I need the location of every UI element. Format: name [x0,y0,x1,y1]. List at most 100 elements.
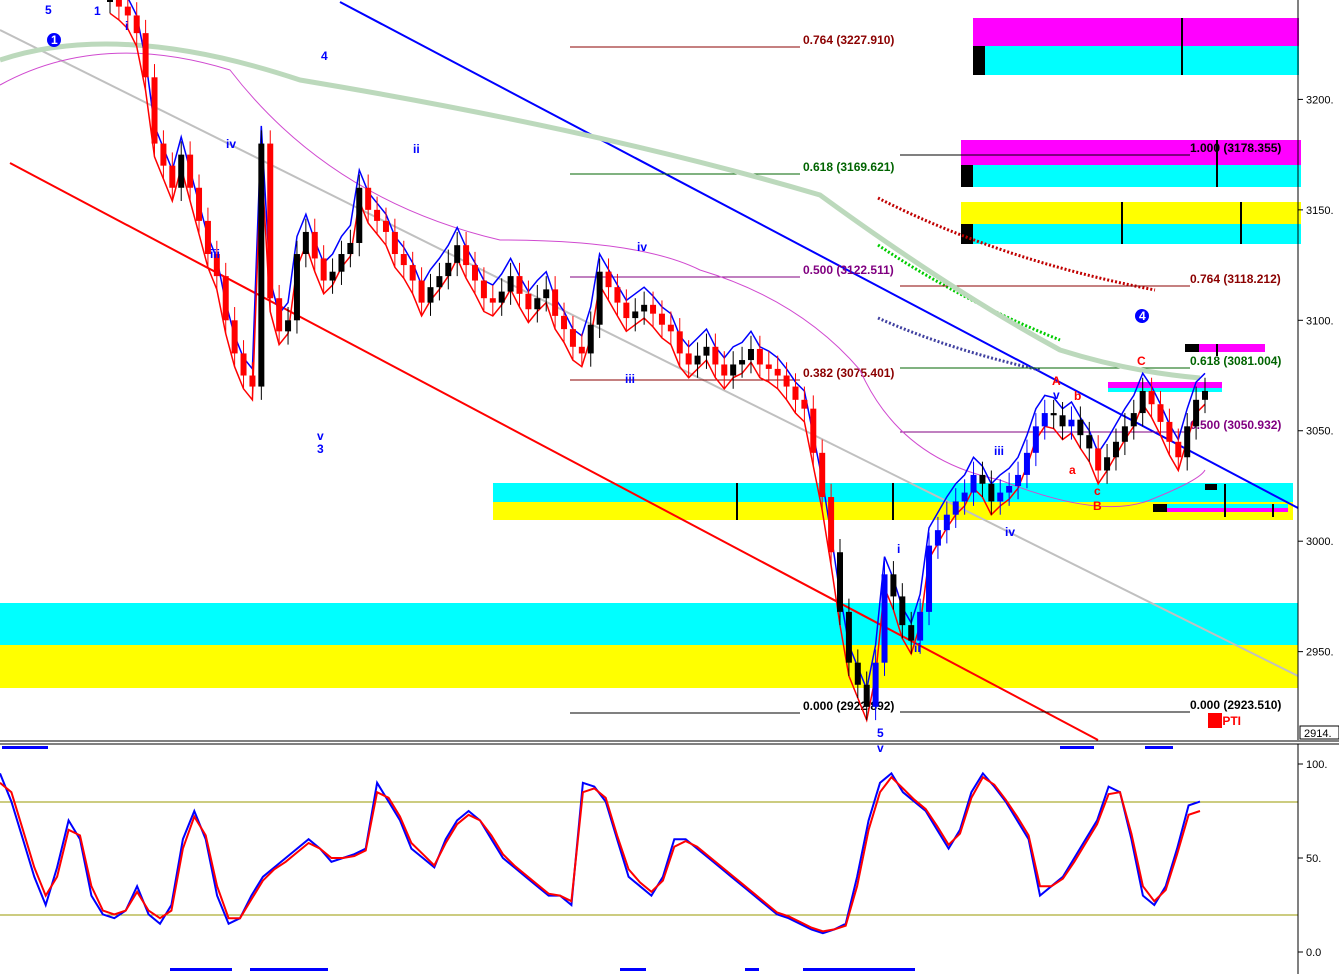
fib-label-4: 0.000 (2922.892) [803,699,894,713]
candle-body-105 [1041,413,1048,427]
candle-body-107 [1059,415,1066,427]
candle-body-25 [329,271,336,281]
price-axis: 3200. 3150. 3100. 3050. 3000. 2950. 2914. [1297,0,1339,740]
candle-body-95 [952,501,959,515]
wave-label-6: v [317,429,324,443]
candle-body-56 [605,271,612,288]
wave-label-0: 5 [45,3,52,17]
wave-label-2: i [125,19,128,33]
candle-body-50 [552,289,559,316]
wave-label-1: 1 [94,4,101,18]
candle-body-71 [739,360,746,365]
candle-body-3 [133,15,140,34]
zone-marker-1 [961,165,973,187]
candle-body-37 [436,276,443,288]
wave-label-7: 3 [317,442,324,456]
candle-body-60 [641,304,648,312]
candle-body-100 [997,492,1004,502]
candle-body-22 [302,231,309,255]
candle-body-58 [623,302,630,319]
candle-body-31 [382,220,389,232]
candle-body-59 [632,311,639,319]
wave-label-23: B [1093,499,1102,513]
candle-body-84 [854,662,861,685]
candle-body-44 [498,291,505,303]
candle-body-61 [650,304,657,314]
price-tick-label-2: 3100. [1306,315,1334,327]
candle-body-91 [917,611,924,641]
signal-bar-5 [620,968,646,971]
zone-marker-5 [1153,504,1167,512]
oscillator-lines [0,771,1201,935]
wave-label-20: b [1074,389,1081,403]
candle-body-86 [872,662,879,707]
wave-label-3: 1 [51,33,58,47]
band-upper-line [128,0,1206,692]
candle-body-9 [187,154,194,188]
candle-body-62 [658,313,665,325]
candle-body-39 [454,245,461,263]
osc-tick-label-0: 100. [1306,759,1327,771]
wave-label-13: 5 [877,726,884,740]
candle-body-27 [347,242,354,255]
candle-body-29 [365,187,372,210]
zone-0 [0,603,1298,645]
candle-body-48 [534,298,541,310]
candle-body-8 [178,154,185,188]
wave-label-14: i [897,542,900,556]
candle-body-96 [961,492,968,502]
signal-bar-7 [803,968,915,971]
candle-body-34 [409,265,416,281]
candle-body-23 [311,231,318,259]
candle-body-21 [293,254,300,321]
price-tick-label-0: 3200. [1306,94,1334,106]
wave-label-16: iii [994,444,1004,458]
oscillator-line-0 [0,771,1201,935]
candle-body-7 [169,165,176,188]
candle-body-30 [374,209,381,221]
wave-label-18: A [1052,374,1061,388]
candle-body-14 [231,320,238,354]
candle-body-2 [124,6,131,16]
oscillator-panel: 100. 50. 0.0 [0,744,1327,974]
signal-bar-0 [2,746,48,749]
trading-chart: 0.764 (3227.910) 0.618 (3169.621) 0.500 (3… [0,0,1339,974]
signal-bar-6 [745,968,759,971]
candle-body-83 [845,611,852,663]
candle-body-41 [472,265,478,281]
wave-label-24: C [1137,354,1146,368]
candle-body-87 [881,574,888,663]
candle-body-80 [819,452,826,498]
mid-channel-line [0,29,1299,677]
candle-body-69 [721,364,728,376]
candle-body-47 [525,293,532,310]
candle-body-75 [774,368,781,376]
candle-body-94 [943,514,950,531]
candle-body-73 [756,349,763,365]
zone-1 [0,645,1298,688]
candle-body-119 [1166,421,1173,442]
candle-body-64 [676,331,683,354]
candle-body-90 [908,625,915,641]
price-tick-label-5: 2950. [1306,647,1334,659]
wave-label-8: 4 [321,49,328,63]
candle-body-20 [285,320,292,332]
candle-body-68 [712,346,719,365]
wave-label-25: 4 [1139,309,1146,323]
wave-label-10: iii [625,372,635,386]
wave-label-5: iii [210,247,220,261]
candle-body-6 [160,143,167,166]
zone-marker-4 [1205,484,1217,490]
wave-label-4: iv [226,137,236,151]
fib-label-2: 0.500 (3122.511) [803,263,894,277]
candle-body-1 [115,0,122,7]
fib-label-0: 0.764 (3227.910) [803,33,894,47]
candle-body-66 [694,355,701,365]
candle-body-13 [222,276,229,321]
candle-body-35 [418,280,425,303]
zone-marker-3 [1185,344,1199,352]
zone-8 [961,202,1301,224]
candle-body-10 [196,187,203,221]
candle-body-51 [561,315,568,330]
indicator-tag: 47PTI [1209,714,1241,728]
